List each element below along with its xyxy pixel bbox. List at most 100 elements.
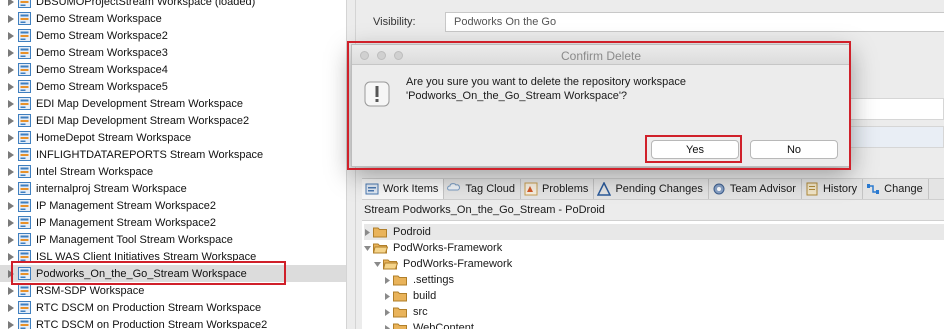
- folder-icon: [393, 274, 408, 286]
- expand-arrow-icon[interactable]: [384, 292, 391, 300]
- repository-workspace-icon: [18, 216, 31, 229]
- stream-content-tree[interactable]: Podroid PodWorks-Framework PodWorks-Framew…: [362, 220, 944, 329]
- tree-item-label: Demo Stream Workspace2: [36, 29, 168, 42]
- expand-arrow-icon[interactable]: [384, 324, 391, 329]
- expand-arrow-icon[interactable]: [384, 276, 391, 284]
- expand-arrow-icon[interactable]: [8, 303, 14, 312]
- visibility-field[interactable]: Podworks On the Go: [445, 12, 944, 32]
- repository-workspace-icon: [18, 233, 31, 246]
- repository-workspace-icon: [18, 12, 31, 25]
- repository-workspace-icon: [18, 97, 31, 110]
- content-tree-item[interactable]: PodWorks-Framework: [374, 256, 944, 272]
- tab-history[interactable]: History: [802, 179, 864, 199]
- tab-team-advisor[interactable]: Team Advisor: [709, 179, 802, 199]
- content-tree-item[interactable]: WebContent: [384, 320, 944, 329]
- expand-arrow-icon[interactable]: [8, 14, 14, 23]
- content-tree-item[interactable]: build: [384, 288, 944, 304]
- history-icon: [805, 182, 819, 196]
- tree-item[interactable]: internalproj Stream Workspace: [0, 180, 346, 197]
- expand-arrow-icon[interactable]: [8, 286, 14, 295]
- visibility-row: Visibility: Podworks On the Go: [373, 12, 944, 32]
- content-tree-item[interactable]: src: [384, 304, 944, 320]
- yes-button[interactable]: Yes: [651, 140, 739, 159]
- tree-item[interactable]: RTC DSCM on Production Stream Workspace2: [0, 316, 346, 329]
- no-button[interactable]: No: [750, 140, 838, 159]
- tree-item[interactable]: RTC DSCM on Production Stream Workspace: [0, 299, 346, 316]
- repository-workspace-icon: [18, 148, 31, 161]
- expand-arrow-icon[interactable]: [8, 31, 14, 40]
- tree-item[interactable]: Demo Stream Workspace2: [0, 27, 346, 44]
- visibility-label: Visibility:: [373, 16, 416, 28]
- visibility-value: Podworks On the Go: [454, 16, 557, 28]
- expand-arrow-icon[interactable]: [8, 269, 14, 278]
- tab-label: Team Advisor: [729, 183, 796, 195]
- tree-item[interactable]: ISL WAS Client Initiatives Stream Worksp…: [0, 248, 346, 265]
- expand-arrow-icon[interactable]: [8, 150, 14, 159]
- tab-pending-changes[interactable]: Pending Changes: [594, 179, 709, 199]
- tree-item[interactable]: EDI Map Development Stream Workspace2: [0, 112, 346, 129]
- expand-arrow-icon[interactable]: [8, 201, 14, 210]
- tree-item[interactable]: Demo Stream Workspace4: [0, 61, 346, 78]
- tree-item[interactable]: IP Management Stream Workspace2: [0, 214, 346, 231]
- problems-icon: [524, 182, 538, 196]
- expand-arrow-icon[interactable]: [8, 218, 14, 227]
- tree-item-label: Podworks_On_the_Go_Stream Workspace: [36, 267, 247, 280]
- expand-arrow-icon[interactable]: [8, 252, 14, 261]
- repository-workspace-icon: [18, 182, 31, 195]
- expand-arrow-icon[interactable]: [8, 65, 14, 74]
- expand-arrow-icon[interactable]: [8, 0, 14, 6]
- expand-arrow-icon[interactable]: [8, 235, 14, 244]
- tree-item[interactable]: Demo Stream Workspace3: [0, 44, 346, 61]
- content-tree-item[interactable]: .settings: [384, 272, 944, 288]
- tag-cloud-icon: [447, 182, 461, 196]
- expand-arrow-icon[interactable]: [8, 133, 14, 142]
- dialog-message: Are you sure you want to delete the repo…: [406, 75, 686, 103]
- content-tree-label: src: [413, 306, 428, 318]
- expand-arrow-icon[interactable]: [8, 116, 14, 125]
- work-items-icon: [365, 182, 379, 196]
- tree-item[interactable]: IP Management Stream Workspace2: [0, 197, 346, 214]
- folder-icon: [373, 226, 388, 238]
- expand-arrow-icon[interactable]: [8, 82, 14, 91]
- expand-arrow-icon[interactable]: [364, 228, 371, 236]
- content-tree-item[interactable]: Podroid: [364, 224, 944, 240]
- tree-item[interactable]: HomeDepot Stream Workspace: [0, 129, 346, 146]
- tab-tag-cloud[interactable]: Tag Cloud: [444, 179, 521, 199]
- tree-item[interactable]: Demo Stream Workspace: [0, 10, 346, 27]
- repository-workspace-icon: [18, 199, 31, 212]
- tree-item[interactable]: EDI Map Development Stream Workspace: [0, 95, 346, 112]
- tab-problems[interactable]: Problems: [521, 179, 595, 199]
- tree-item-label: RTC DSCM on Production Stream Workspace2: [36, 318, 268, 329]
- content-tree-label: Podroid: [393, 226, 431, 238]
- repository-workspace-icon: [18, 63, 31, 76]
- tab-work-items[interactable]: Work Items: [362, 179, 445, 199]
- collapse-arrow-icon[interactable]: [364, 245, 371, 252]
- dialog-title: Confirm Delete: [560, 49, 642, 63]
- expand-arrow-icon[interactable]: [8, 184, 14, 193]
- collapse-arrow-icon[interactable]: [374, 261, 381, 268]
- expand-arrow-icon[interactable]: [8, 167, 14, 176]
- tree-item-label: Intel Stream Workspace: [36, 165, 154, 178]
- tree-item[interactable]: Demo Stream Workspace5: [0, 78, 346, 95]
- workspace-tree[interactable]: DBSUMOProjectStream Workspace (loaded) De…: [0, 0, 346, 329]
- tree-item[interactable]: RSM-SDP Workspace: [0, 282, 346, 299]
- tree-item[interactable]: INFLIGHTDATAREPORTS Stream Workspace: [0, 146, 346, 163]
- tree-item[interactable]: DBSUMOProjectStream Workspace (loaded): [0, 0, 346, 10]
- tree-item[interactable]: Intel Stream Workspace: [0, 163, 346, 180]
- tab-change[interactable]: Change: [863, 179, 929, 199]
- tree-item-label: IP Management Tool Stream Workspace: [36, 233, 233, 246]
- content-tree-label: PodWorks-Framework: [393, 242, 503, 254]
- content-tree-label: build: [413, 290, 437, 302]
- tree-item-label: Demo Stream Workspace4: [36, 63, 168, 76]
- repository-workspace-icon: [18, 46, 31, 59]
- tree-item-label: IP Management Stream Workspace2: [36, 216, 216, 229]
- dialog-titlebar: Confirm Delete: [352, 45, 850, 65]
- expand-arrow-icon[interactable]: [8, 48, 14, 57]
- expand-arrow-icon[interactable]: [384, 308, 391, 316]
- expand-arrow-icon[interactable]: [8, 320, 14, 329]
- tab-label: Pending Changes: [615, 183, 703, 195]
- tree-item[interactable]: Podworks_On_the_Go_Stream Workspace: [0, 265, 346, 282]
- tree-item[interactable]: IP Management Tool Stream Workspace: [0, 231, 346, 248]
- content-tree-item[interactable]: PodWorks-Framework: [364, 240, 944, 256]
- expand-arrow-icon[interactable]: [8, 99, 14, 108]
